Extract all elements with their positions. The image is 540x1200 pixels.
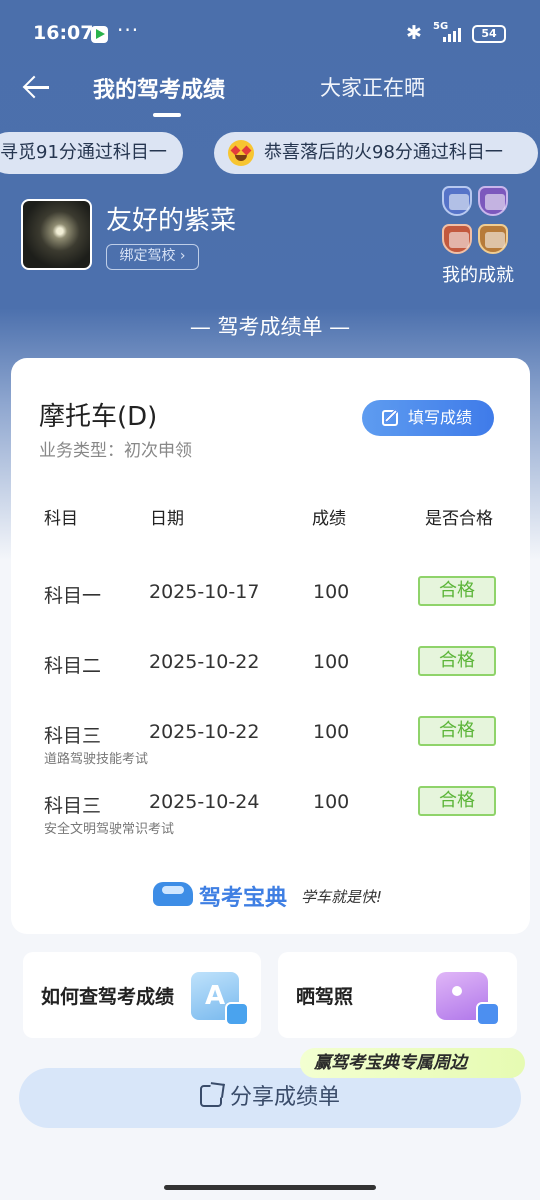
share-license-card[interactable]: 晒驾照 [278,952,517,1038]
play-store-icon [91,26,108,43]
section-title: — 驾考成绩单 — [189,315,351,339]
business-type: 业务类型：初次申领 [39,441,192,461]
row-score: 100 [313,581,350,603]
fill-score-button[interactable]: 填写成绩 [362,400,494,436]
share-license-label: 晒驾照 [296,986,354,1008]
row-subject: 科目二 [44,655,102,677]
row-subject: 科目三 [44,725,102,747]
row-score: 100 [313,791,350,813]
promo-banner[interactable]: 赢驾考宝典专属周边 [300,1048,525,1078]
marquee-item[interactable]: 恭喜落后的火98分通过科目一 [214,132,538,174]
row-note: 道路驾驶技能考试 [44,752,149,767]
my-achievements-link[interactable]: 我的成就 [442,261,514,287]
pass-badge: 合格 [418,716,496,746]
brand-name: 驾考宝典 [199,886,288,911]
row-note: 安全文明驾驶常识考试 [44,822,175,837]
badge-icon [442,186,472,216]
row-date: 2025-10-24 [149,791,260,813]
table-row: 科目二 2025-10-22 100 合格 [11,646,530,711]
bind-school-button[interactable]: 绑定驾校 › [106,244,199,270]
marquee-item[interactable]: 寻觅91分通过科目一 [0,132,183,174]
row-date: 2025-10-22 [149,651,260,673]
pass-badge: 合格 [418,576,496,606]
battery-icon: 54 [472,25,506,43]
achievement-badges[interactable] [442,186,514,258]
pass-badge: 合格 [418,786,496,816]
status-time: 16:07 [33,22,94,44]
tab-indicator [153,113,181,117]
signal-icon [443,26,465,42]
brand-logo: 驾考宝典 学车就是快! [153,880,393,911]
tab-everyone-sharing[interactable]: 大家正在晒 [320,72,425,102]
brand-slogan: 学车就是快! [301,888,383,906]
row-score: 100 [313,721,350,743]
edit-icon [382,410,398,426]
col-header-score: 成绩 [312,509,346,529]
row-score: 100 [313,651,350,673]
row-subject: 科目三 [44,795,102,817]
tab-my-scores[interactable]: 我的驾考成绩 [93,72,225,104]
how-to-query-label: 如何查驾考成绩 [41,986,175,1008]
back-arrow-icon[interactable] [22,72,52,102]
more-notifications-icon: ··· [117,18,140,42]
vehicle-type: 摩托车(D) [39,402,158,432]
row-date: 2025-10-22 [149,721,260,743]
fill-score-label: 填写成绩 [408,408,473,427]
status-bar: 16:07 ··· ✱ 5G 54 [0,0,540,66]
badge-icon [442,224,472,254]
bluetooth-icon: ✱ [406,22,422,44]
row-date: 2025-10-17 [149,581,260,603]
photo-icon [436,972,500,1026]
col-header-subject: 科目 [44,509,78,529]
pass-badge: 合格 [418,646,496,676]
share-label: 分享成绩单 [229,1085,340,1110]
col-header-pass: 是否合格 [425,509,493,529]
badge-icon [478,186,508,216]
star-eyes-emoji-icon [228,140,254,166]
badge-icon [478,224,508,254]
home-indicator[interactable] [164,1185,376,1190]
how-to-query-card[interactable]: 如何查驾考成绩 A [23,952,261,1038]
search-document-icon: A [191,972,249,1026]
username: 友好的紫菜 [106,206,237,236]
score-card: 摩托车(D) 业务类型：初次申领 填写成绩 科目 日期 成绩 是否合格 科目一 … [11,358,530,934]
table-row: 科目三 2025-10-24 100 合格 安全文明驾驶常识考试 [11,786,530,851]
avatar[interactable] [21,199,92,270]
col-header-date: 日期 [150,509,184,529]
marquee-text: 恭喜落后的火98分通过科目一 [264,142,503,163]
share-icon [199,1085,222,1107]
row-subject: 科目一 [44,585,102,607]
table-row: 科目三 2025-10-22 100 合格 道路驾驶技能考试 [11,716,530,781]
table-row: 科目一 2025-10-17 100 合格 [11,576,530,641]
car-logo-icon [153,882,193,906]
